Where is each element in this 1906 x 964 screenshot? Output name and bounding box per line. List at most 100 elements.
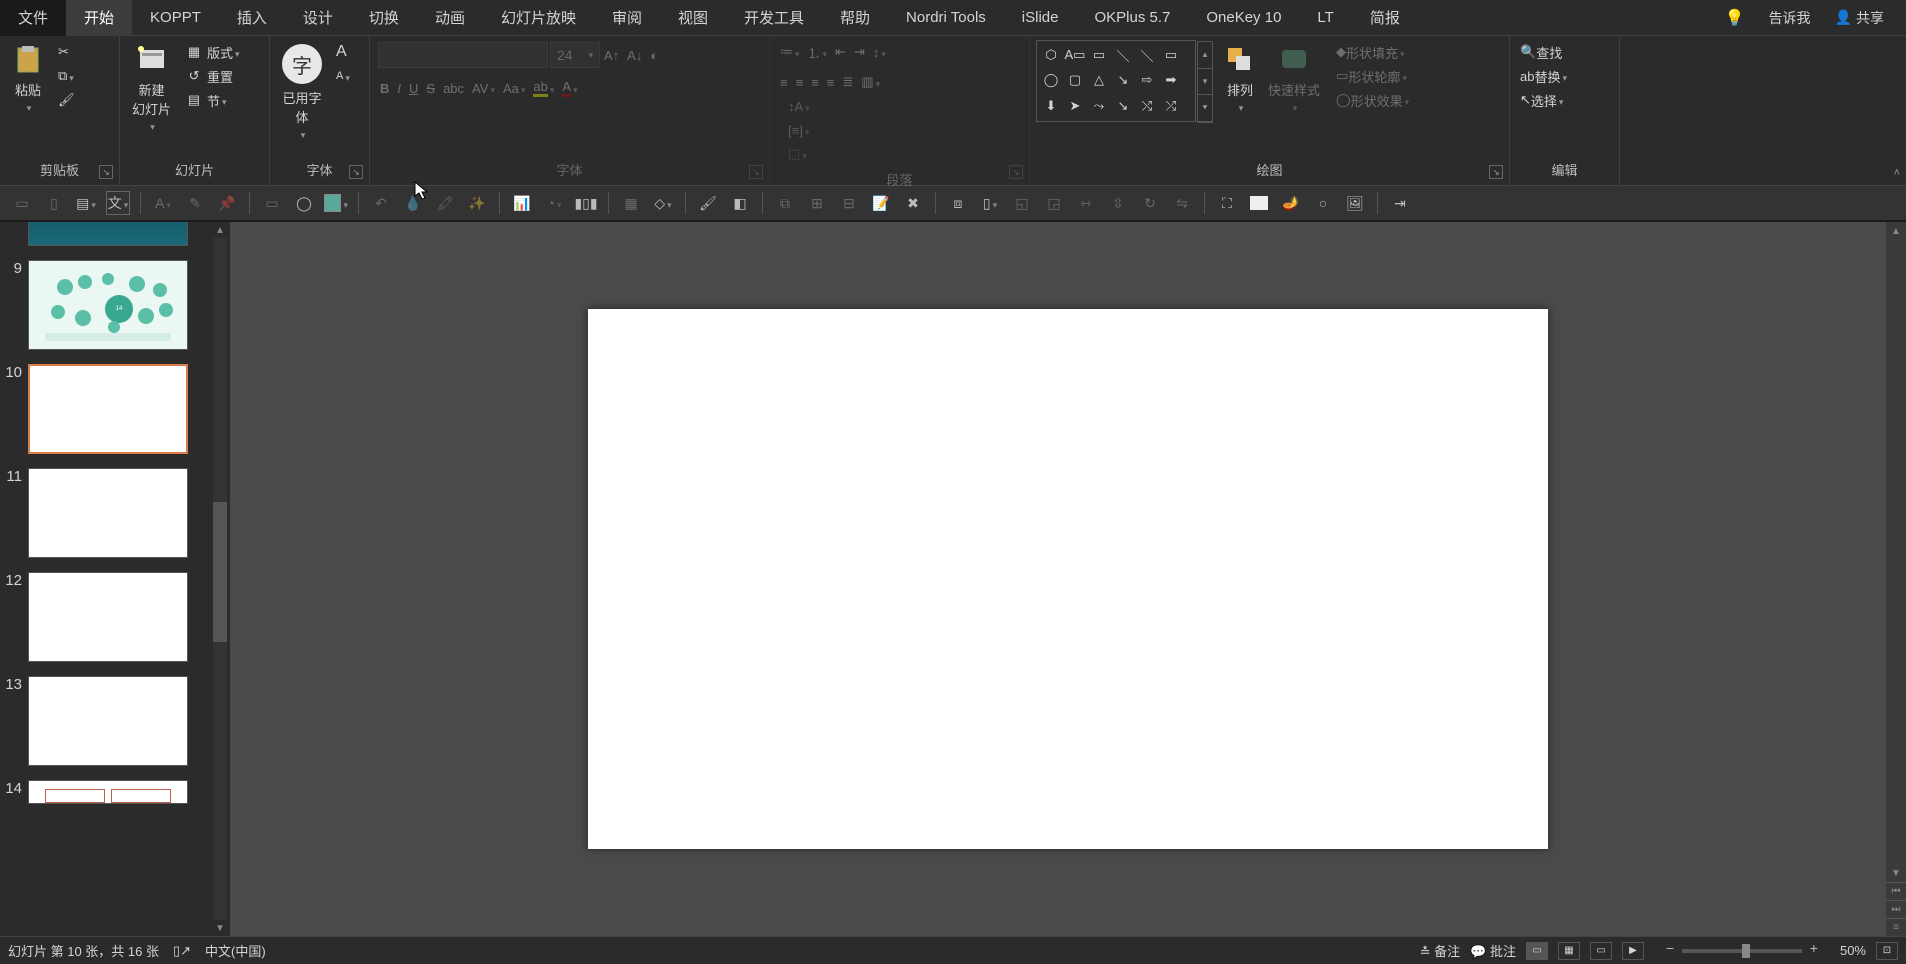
tb-group[interactable]: ⊞ [805,191,829,215]
arrange-button[interactable]: 排列 [1218,40,1262,118]
tb-bringfront[interactable]: ◱ [1010,191,1034,215]
tb-highlighter[interactable]: 🖍 [433,191,457,215]
thumbnail-11[interactable]: 11 [4,468,224,558]
language-indicator[interactable]: 中文(中国) [205,941,266,960]
notes-button[interactable]: ≛ 备注 [1420,941,1461,960]
shape-blockarrow-icon[interactable]: ➡ [1160,69,1182,91]
shape-rect-icon[interactable]: ▭ [1160,44,1182,66]
zoom-value[interactable]: 50% [1840,943,1866,958]
tb-formatpainter[interactable]: 🖌 [696,191,720,215]
tb-layout-dropdown[interactable]: ▤ [74,191,98,215]
paste-button[interactable]: 粘贴 [6,40,50,118]
strike-button[interactable]: S [422,76,439,100]
increase-font-button[interactable]: A [332,40,354,64]
tb-ungroup[interactable]: ⊟ [837,191,861,215]
layout-button[interactable]: ▦版式 [181,40,244,64]
find-button[interactable]: 🔍查找 [1516,40,1566,64]
reading-view-button[interactable]: ▭ [1590,942,1612,960]
font-launcher[interactable]: ↘ [749,165,763,179]
thumbnail-10[interactable]: 10 [4,364,224,454]
tab-onekey[interactable]: OneKey 10 [1188,0,1299,36]
shapeoutline-button[interactable]: ▭形状轮廓 [1332,64,1413,88]
tab-jianbao[interactable]: 简报 [1352,0,1418,36]
section-button[interactable]: ▤节 [181,88,244,112]
charspace-button[interactable]: AV [468,76,499,100]
align-left-button[interactable]: ≡ [776,70,792,94]
new-slide-button[interactable]: 新建 幻灯片 [126,40,177,137]
tab-slideshow[interactable]: 幻灯片放映 [483,0,594,36]
usedfont-button[interactable]: 字 已用字 体 [276,40,328,145]
numbering-button[interactable]: ⒈ [804,40,832,64]
tb-align-left[interactable]: ▭ [10,191,34,215]
bullets-button[interactable]: ≔ [776,40,804,64]
shape-connector3-icon[interactable]: ⤭ [1136,95,1158,117]
thumbnail-12[interactable]: 12 [4,572,224,662]
shapefill-button[interactable]: ◆形状填充 [1332,40,1413,64]
canvas-scroll-down[interactable]: ▼ [1886,864,1906,882]
thumbnail-14[interactable]: 14 [4,780,224,804]
shape-oval-icon[interactable]: ◯ [1040,69,1062,91]
slideshow-view-button[interactable]: ▶ [1622,942,1644,960]
shape-roundrect-icon[interactable]: ▢ [1064,69,1086,91]
shape-connector2-icon[interactable]: ↘ [1112,95,1134,117]
tb-eyedrop[interactable]: 💧 [401,191,425,215]
tab-home[interactable]: 开始 [66,0,132,36]
tb-circle2[interactable]: ○ [1311,191,1335,215]
shape-arrowline-icon[interactable]: ↘ [1112,69,1134,91]
tab-review[interactable]: 审阅 [594,0,660,36]
grow-font-button[interactable]: A↑ [600,43,623,67]
tb-align-center[interactable]: ▯ [42,191,66,215]
fit-window-button[interactable]: ⊡ [1876,942,1898,960]
tb-textbox-dropdown[interactable]: 文 [106,191,130,215]
tb-whiterect[interactable] [1247,191,1271,215]
align-right-button[interactable]: ≡ [807,70,823,94]
share-button[interactable]: 👤共享 [1823,0,1896,36]
text-direction-button[interactable]: ↕A [784,94,1023,118]
usedfont-launcher[interactable]: ↘ [349,165,363,179]
quickstyle-button[interactable]: 快速样式 [1262,40,1326,118]
shapes-gallery[interactable]: ⬡ A▭ ▭ ＼ ＼ ▭ ◯ ▢ △ ↘ ⇨ ➡ ⬇ ➤ ⤳ ↘ ⤭ [1036,40,1196,122]
select-button[interactable]: ↖选择 [1516,88,1567,112]
tab-okplus[interactable]: OKPlus 5.7 [1076,0,1188,36]
tb-magic[interactable]: ✨ [465,191,489,215]
shape-triangle-icon[interactable]: △ [1088,69,1110,91]
clear-format-button[interactable]: ◐ [646,43,662,67]
tab-transitions[interactable]: 切换 [351,0,417,36]
copy-button[interactable]: ⧉ [54,64,79,88]
shape-rightarrow-icon[interactable]: ➤ [1064,95,1086,117]
shape-arrow-icon[interactable]: ⇨ [1136,69,1158,91]
indent-button[interactable]: ⇥ [850,40,869,64]
collapse-ribbon-button[interactable]: ˄ [1894,167,1900,179]
tb-pin[interactable]: 📌 [215,191,239,215]
shape-connector-icon[interactable]: ⤳ [1088,95,1110,117]
linespace-button[interactable]: ↕ [869,40,890,64]
thumb-scroll-up[interactable]: ▲ [210,222,230,238]
tb-undo[interactable]: ↶ [369,191,393,215]
shape-line2-icon[interactable]: ＼ [1136,44,1158,66]
thumb-scroll-handle[interactable] [213,502,227,642]
align-text-button[interactable]: [≡] [784,118,1023,142]
tb-more[interactable]: ⇥ [1388,191,1412,215]
tb-image[interactable]: 🖼 [1343,191,1367,215]
shapes-more[interactable]: ▴▾⯆ [1197,41,1213,123]
shrink-font-button[interactable]: A↓ [623,43,646,67]
justify-button[interactable]: ≡ [823,70,839,94]
highlight-button[interactable]: ab [529,76,558,100]
shapeeffects-button[interactable]: ◯形状效果 [1332,88,1413,112]
tb-crop[interactable]: ⧉ [773,191,797,215]
tb-chart[interactable]: 📊 [510,191,534,215]
next-slide-button[interactable]: ⏭ [1886,900,1906,918]
reset-button[interactable]: ↺重置 [181,64,244,88]
tb-rect[interactable]: ▭ [260,191,284,215]
tab-animations[interactable]: 动画 [417,0,483,36]
tab-islide[interactable]: iSlide [1004,0,1077,36]
tb-pen[interactable]: ✎ [183,191,207,215]
outdent-button[interactable]: ⇤ [831,40,850,64]
tb-circle[interactable]: ◯ [292,191,316,215]
font-family-input[interactable] [378,42,548,68]
tb-fontcolor[interactable]: A [151,191,175,215]
tb-fullscreen[interactable]: ⛶ [1215,191,1239,215]
tb-pie[interactable]: ◔ [542,191,566,215]
tb-shape-dropdown[interactable]: ◇ [651,191,675,215]
tb-distributeh[interactable]: ⇿ [1074,191,1098,215]
